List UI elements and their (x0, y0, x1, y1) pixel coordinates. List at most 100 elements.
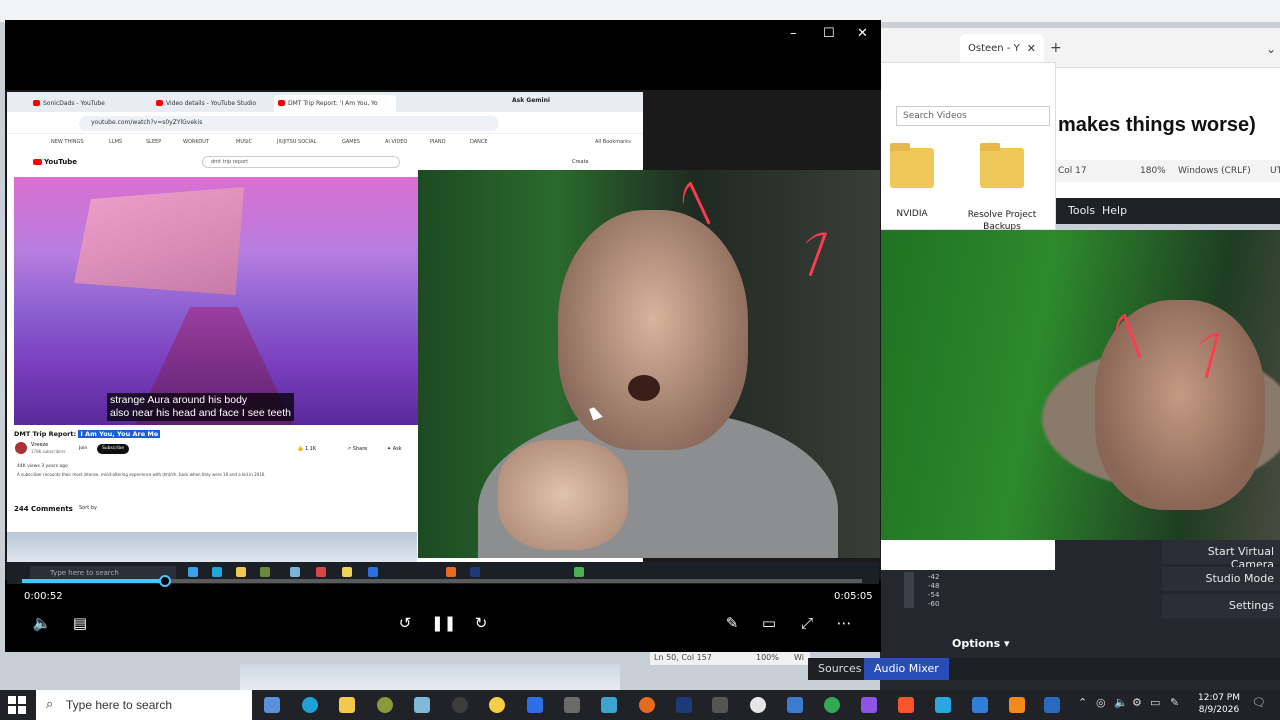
edit-icon[interactable]: ✎ (720, 612, 744, 636)
youtube-video-player[interactable] (14, 177, 418, 425)
settings-button[interactable]: Settings (1162, 594, 1280, 618)
new-tab-icon[interactable]: + (1050, 40, 1062, 56)
menu-tools[interactable]: Tools (1068, 204, 1095, 217)
search-videos-input[interactable]: Search Videos (896, 106, 1050, 126)
channel-name[interactable]: Vreeze (31, 442, 48, 448)
media-player-icon[interactable] (1044, 697, 1060, 713)
tray-icon[interactable]: ⚙ (1132, 696, 1142, 709)
app-icon[interactable] (564, 697, 580, 713)
like-button[interactable]: 👍 1.1K (297, 446, 316, 452)
firefox-icon[interactable] (446, 567, 456, 577)
inner-tab-active[interactable]: DMT Trip Report: 'I Am You, Yo (274, 95, 396, 112)
bookmark[interactable]: GAMES (342, 139, 360, 145)
lightbulb-icon[interactable] (489, 697, 505, 713)
maximize-icon[interactable]: ☐ (823, 26, 835, 41)
volume-meter[interactable] (904, 572, 914, 608)
tab-audio-mixer[interactable]: Audio Mixer (864, 658, 949, 680)
join-button[interactable]: Join (79, 446, 87, 451)
youtube-search-input[interactable]: dmt trip report (202, 156, 400, 168)
folder-label[interactable]: NVIDIA (872, 209, 952, 219)
bookmark[interactable]: PIANO (430, 139, 446, 145)
pen-icon[interactable]: ✎ (1170, 696, 1179, 709)
windows-start-icon[interactable] (8, 696, 26, 714)
obs-icon[interactable] (452, 697, 468, 713)
vlc-icon[interactable] (1009, 697, 1025, 713)
forward-30-icon[interactable]: ↻ (469, 612, 493, 636)
close-icon[interactable]: ✕ (1027, 42, 1036, 55)
channel-avatar[interactable] (15, 442, 27, 454)
menu-help[interactable]: Help (1102, 204, 1127, 217)
taskbar-clock[interactable]: 12:07 PM 8/9/2026 (1194, 692, 1244, 716)
folder-icon[interactable] (980, 143, 1024, 188)
start-virtual-camera-button[interactable]: Start Virtual Camera (1162, 540, 1280, 571)
studio-mode-button[interactable]: Studio Mode (1162, 567, 1280, 591)
docs-icon[interactable] (527, 697, 543, 713)
edge-icon[interactable] (212, 567, 222, 577)
bookmark[interactable]: JIUJITSU SOCIAL (277, 139, 316, 145)
pause-icon[interactable]: ❚❚ (431, 612, 456, 636)
app-icon[interactable] (861, 697, 877, 713)
chrome-icon[interactable] (824, 697, 840, 713)
bookmark[interactable]: LLMS (109, 139, 122, 145)
app-icon[interactable] (787, 697, 803, 713)
network-icon[interactable]: ▭ (1150, 696, 1160, 709)
bookmark[interactable]: WORKOUT (183, 139, 209, 145)
more-options-icon[interactable]: ⋯ (832, 612, 856, 636)
app-icon[interactable] (316, 567, 326, 577)
app-icon[interactable] (414, 697, 430, 713)
tray-chevron-icon[interactable]: ⌃ (1078, 696, 1087, 709)
lightbulb-icon[interactable] (342, 567, 352, 577)
davinci-resolve-icon[interactable] (712, 697, 728, 713)
inner-tab[interactable]: Video details - YouTube Studio (152, 95, 270, 112)
folder-icon[interactable] (890, 143, 934, 188)
subscribe-button[interactable]: Subscribe (97, 444, 129, 454)
bookmark[interactable]: MUSIC (236, 139, 252, 145)
bookmark[interactable]: NEW THINGS (51, 139, 84, 145)
create-button[interactable]: Create (572, 159, 589, 165)
background-browser-tab[interactable]: Osteen - Y ✕ (960, 34, 1044, 64)
mini-player-icon[interactable]: ▭ (757, 612, 781, 636)
chevron-down-icon[interactable]: ⌄ (1266, 42, 1276, 56)
ask-gemini-button[interactable]: Ask Gemini (512, 97, 550, 104)
youtube-logo[interactable]: YouTube (33, 158, 77, 166)
bookmark[interactable]: DANCE (470, 139, 488, 145)
minimize-icon[interactable]: – (790, 26, 797, 41)
taskbar-search-input[interactable]: Type here to search (36, 690, 252, 720)
share-button[interactable]: ↗ Share (347, 446, 367, 452)
inner-search-box[interactable]: Type here to search (30, 566, 176, 580)
notifications-icon[interactable]: 🗨 (1252, 696, 1266, 709)
all-bookmarks[interactable]: All Bookmarks (595, 139, 631, 145)
calculator-icon[interactable] (264, 697, 280, 713)
bookmark[interactable]: SLEEP (146, 139, 161, 145)
volume-icon[interactable]: 🔈 (30, 612, 54, 636)
captions-icon[interactable]: ▤ (68, 612, 92, 636)
app-icon[interactable] (260, 567, 270, 577)
app-icon[interactable] (601, 697, 617, 713)
app-icon[interactable] (290, 567, 300, 577)
photoshop-icon[interactable] (676, 697, 692, 713)
app-icon[interactable] (188, 567, 198, 577)
brave-icon[interactable] (898, 697, 914, 713)
sort-by-button[interactable]: Sort by (79, 505, 97, 511)
firefox-icon[interactable] (639, 697, 655, 713)
photoshop-icon[interactable] (470, 567, 480, 577)
app-icon[interactable] (935, 697, 951, 713)
inner-url[interactable]: youtube.com/watch?v=s0yZYlGvekis (79, 116, 499, 131)
file-explorer-icon[interactable] (339, 697, 355, 713)
ask-button[interactable]: ✦ Ask (387, 446, 402, 452)
seek-handle[interactable] (158, 575, 171, 587)
inner-tab[interactable]: SonicDads - YouTube (29, 95, 147, 112)
tab-sources[interactable]: Sources (808, 658, 872, 680)
edge-icon[interactable] (302, 697, 318, 713)
options-dropdown[interactable]: Options ▾ (952, 637, 1010, 650)
chrome-icon[interactable] (574, 567, 584, 577)
folder-icon[interactable] (236, 567, 246, 577)
volume-tray-icon[interactable]: 🔈 (1114, 696, 1128, 709)
docs-icon[interactable] (368, 567, 378, 577)
fullscreen-icon[interactable]: ⤢ (795, 612, 819, 636)
rewind-10-icon[interactable]: ↺ (393, 612, 417, 636)
app-icon[interactable] (750, 697, 766, 713)
tray-icon[interactable]: ◎ (1096, 696, 1106, 709)
close-icon[interactable]: ✕ (857, 26, 868, 41)
app-icon[interactable] (972, 697, 988, 713)
